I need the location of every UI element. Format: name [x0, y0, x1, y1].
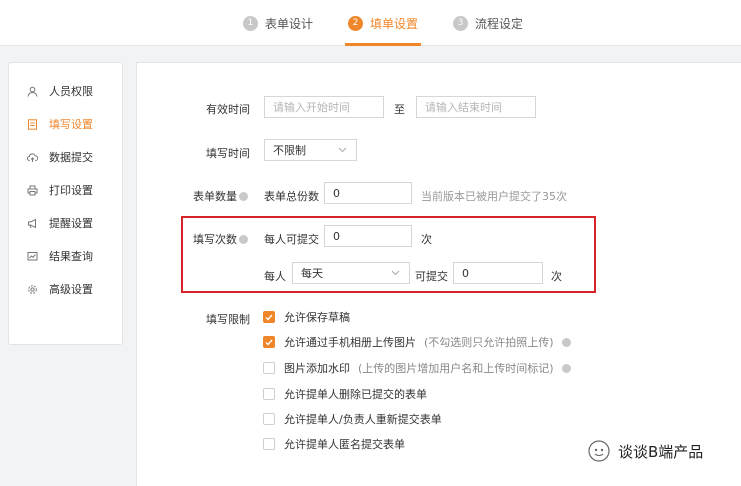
form-total-input[interactable]: 0 — [324, 182, 412, 204]
checkbox-checked[interactable] — [263, 311, 275, 323]
form-count-label-text: 表单数量 — [193, 190, 237, 203]
to-label: 至 — [394, 103, 405, 116]
times-unit: 次 — [421, 233, 432, 246]
sidebar-item-data-submit[interactable]: 数据提交 — [9, 147, 122, 167]
end-time-input[interactable]: 请输入结束时间 — [416, 96, 536, 118]
sidebar-item-label: 打印设置 — [49, 184, 93, 197]
help-icon[interactable] — [239, 235, 248, 244]
option-watermark[interactable]: 图片添加水印 (上传的图片增加用户名和上传时间标记) — [263, 360, 571, 376]
option-album-upload[interactable]: 允许通过手机相册上传图片 (不勾选则只允许拍照上传) — [263, 334, 571, 350]
sidebar-item-print[interactable]: 打印设置 — [9, 180, 122, 200]
sidebar-item-reminder[interactable]: 提醒设置 — [9, 213, 122, 233]
help-icon[interactable] — [561, 363, 571, 373]
checkbox-checked[interactable] — [263, 336, 275, 348]
can-submit-label: 可提交 — [415, 270, 448, 283]
active-step-indicator — [345, 43, 421, 46]
period-value: 每天 — [301, 267, 323, 280]
step-label: 流程设定 — [475, 16, 524, 31]
option-label: 允许保存草稿 — [284, 311, 350, 324]
step-number: 3 — [453, 15, 468, 31]
wechat-logo-icon — [588, 440, 610, 462]
per-person-input[interactable]: 0 — [324, 225, 412, 247]
printer-icon — [27, 185, 38, 196]
form-total-label: 表单总份数 — [264, 190, 319, 203]
watermark-text: 谈谈B端产品 — [618, 442, 704, 461]
sidebar-item-label: 结果查询 — [49, 250, 93, 263]
wechat-watermark: 谈谈B端产品 — [588, 440, 703, 462]
sidebar-item-label: 人员权限 — [49, 85, 93, 98]
sidebar-item-label: 高级设置 — [49, 283, 93, 296]
fill-time-label: 填写时间 — [206, 147, 250, 160]
sidebar-item-fill-settings[interactable]: 填写设置 — [9, 114, 122, 134]
form-count-label: 表单数量 — [193, 188, 248, 204]
fill-time-select[interactable]: 不限制 — [264, 139, 357, 161]
option-label: 图片添加水印 — [284, 362, 350, 375]
person-icon — [27, 86, 38, 97]
sidebar-item-label: 填写设置 — [49, 118, 93, 131]
option-label: 允许提单人/负责人重新提交表单 — [284, 413, 442, 426]
period-count-input[interactable]: 0 — [453, 262, 543, 284]
fill-limit-label: 填写限制 — [206, 313, 250, 326]
step-form-design[interactable]: 1 表单设计 — [243, 14, 313, 32]
settings-sidebar: 人员权限 填写设置 数据提交 打印设置 提醒设置 结果查询 高级设置 — [8, 62, 123, 345]
step-number: 1 — [243, 15, 258, 31]
step-label: 填单设置 — [370, 16, 419, 31]
each-person-label: 每人 — [264, 270, 286, 283]
valid-time-label: 有效时间 — [206, 103, 250, 116]
sidebar-item-advanced[interactable]: 高级设置 — [9, 279, 122, 299]
step-process-settings[interactable]: 3 流程设定 — [453, 14, 523, 32]
sidebar-item-permissions[interactable]: 人员权限 — [9, 81, 122, 101]
megaphone-icon — [27, 218, 38, 229]
option-allow-anonymous[interactable]: 允许提单人匿名提交表单 — [263, 436, 405, 452]
times-unit: 次 — [551, 270, 562, 283]
option-note: (不勾选则只允许拍照上传) — [424, 336, 554, 349]
checkbox[interactable] — [263, 388, 275, 400]
chevron-down-icon — [338, 145, 348, 155]
fill-times-label-text: 填写次数 — [193, 233, 237, 246]
step-fill-settings[interactable]: 2 填单设置 — [348, 14, 418, 32]
step-number: 2 — [348, 15, 363, 31]
fill-time-value: 不限制 — [273, 144, 306, 157]
option-allow-delete[interactable]: 允许提单人删除已提交的表单 — [263, 386, 427, 402]
help-icon[interactable] — [561, 337, 571, 347]
chart-icon — [27, 251, 38, 262]
step-bar: 1 表单设计 2 填单设置 3 流程设定 — [0, 0, 741, 46]
per-person-label: 每人可提交 — [264, 233, 319, 246]
sidebar-item-result-query[interactable]: 结果查询 — [9, 246, 122, 266]
submission-count-hint: 当前版本已被用户提交了35次 — [421, 190, 567, 203]
start-time-input[interactable]: 请输入开始时间 — [264, 96, 384, 118]
checkbox[interactable] — [263, 362, 275, 374]
document-icon — [27, 118, 38, 130]
checkbox[interactable] — [263, 413, 275, 425]
gear-icon — [27, 284, 38, 295]
cloud-upload-icon — [27, 152, 38, 163]
period-select[interactable]: 每天 — [292, 262, 410, 284]
fill-times-label: 填写次数 — [193, 231, 248, 247]
checkbox[interactable] — [263, 438, 275, 450]
chevron-down-icon — [391, 268, 401, 278]
sidebar-item-label: 数据提交 — [49, 151, 93, 164]
help-icon[interactable] — [239, 192, 248, 201]
step-label: 表单设计 — [265, 16, 314, 31]
sidebar-item-label: 提醒设置 — [49, 217, 93, 230]
option-allow-draft[interactable]: 允许保存草稿 — [263, 309, 350, 325]
option-allow-resubmit[interactable]: 允许提单人/负责人重新提交表单 — [263, 411, 442, 427]
option-note: (上传的图片增加用户名和上传时间标记) — [358, 362, 554, 375]
option-label: 允许提单人匿名提交表单 — [284, 438, 405, 451]
option-label: 允许通过手机相册上传图片 — [284, 336, 416, 349]
option-label: 允许提单人删除已提交的表单 — [284, 388, 427, 401]
